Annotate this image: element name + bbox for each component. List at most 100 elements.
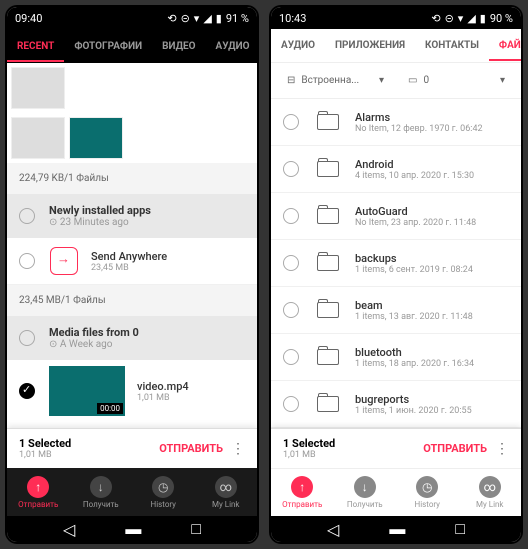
nav-history[interactable]: ◷History (396, 469, 459, 516)
signal-icon: ◢ (467, 12, 475, 25)
select-radio[interactable] (19, 383, 35, 399)
clock-icon: ◷ (152, 476, 174, 498)
select-radio[interactable] (283, 349, 299, 365)
home-button[interactable]: ▬ (125, 519, 141, 539)
send-button[interactable]: ОТПРАВИТЬ (423, 442, 487, 455)
battery-icon: ▮ (216, 12, 222, 25)
folder-item[interactable]: bluetooth 1 items, 18 апр. 2020 г. 16:34 (271, 334, 521, 381)
recent-button[interactable]: □ (455, 519, 465, 539)
circle-icon: ⊝ (445, 12, 454, 25)
tab-contacts[interactable]: КОНТАКТЫ (415, 40, 489, 51)
video-thumb: 00:00 (49, 366, 125, 416)
select-radio[interactable] (19, 330, 35, 346)
thumbnail[interactable] (11, 67, 65, 109)
item-title: Send Anywhere (91, 250, 167, 263)
selection-count: 1 Selected (19, 437, 159, 450)
nav-mylink[interactable]: ∞My Link (459, 469, 522, 516)
folder-item[interactable]: AutoGuard No Item, 23 апр. 2020 г. 11:48 (271, 193, 521, 240)
item-sub: 1 items, 18 апр. 2020 г. 16:34 (355, 359, 474, 369)
more-icon[interactable]: ⋮ (231, 441, 245, 457)
tab-audio[interactable]: АУДИО (206, 41, 257, 52)
folder-icon (317, 302, 339, 318)
item-title: bluetooth (355, 346, 474, 359)
tab-files[interactable]: ФАЙЛЫ (489, 40, 521, 61)
item-sub: 1 items, 6 сент. 2019 г. 08:24 (355, 265, 473, 275)
selection-bar: 1 Selected 1,01 MB ОТПРАВИТЬ ⋮ (271, 428, 521, 468)
folder-icon (317, 255, 339, 271)
link-icon: ∞ (215, 476, 237, 498)
upload-icon: ↑ (291, 476, 313, 498)
app-item[interactable]: Send Anywhere 23,45 MB (7, 238, 257, 285)
nav-history[interactable]: ◷History (132, 468, 195, 516)
recent-button[interactable]: □ (191, 519, 201, 539)
selection-size: 1,01 MB (283, 450, 423, 460)
nav-send[interactable]: ↑Отправить (271, 469, 334, 516)
folder-item[interactable]: bugreports 1 items, 1 июн. 2020 г. 20:55 (271, 381, 521, 428)
clock: 09:40 (15, 12, 42, 25)
select-radio[interactable] (283, 114, 299, 130)
back-button[interactable]: ◁ (327, 520, 339, 539)
item-title: Alarms (355, 111, 483, 124)
bottom-nav: ↑Отправить ↓Получить ◷History ∞My Link (271, 468, 521, 516)
select-radio[interactable] (283, 161, 299, 177)
folder-item[interactable]: Alarms No Item, 12 февр. 1970 г. 06:42 (271, 99, 521, 146)
folder-icon (317, 208, 339, 224)
wifi-icon: ▾ (458, 12, 464, 25)
item-title: beam (355, 299, 473, 312)
item-sub: No Item, 23 апр. 2020 г. 11:48 (355, 218, 476, 228)
tab-bar: RECENT ФОТОГРАФИИ ВИДЕО АУДИО ПР (7, 29, 257, 63)
folder-icon: ▭ (408, 75, 417, 86)
wifi-icon: ▾ (194, 12, 200, 25)
item-title: bugreports (355, 393, 472, 406)
path-selector: ⊟ Встроенна... ▾ ▭ 0 ▾ (271, 63, 521, 99)
nav-send[interactable]: ↑Отправить (7, 468, 70, 516)
sync-icon: ⟲ (431, 12, 440, 25)
nav-receive[interactable]: ↓Получить (70, 468, 133, 516)
folder-icon (317, 396, 339, 412)
content[interactable]: Alarms No Item, 12 февр. 1970 г. 06:42 A… (271, 99, 521, 428)
select-radio[interactable] (283, 255, 299, 271)
group-sub: ⊙ A Week ago (49, 339, 245, 350)
select-radio[interactable] (19, 253, 35, 269)
tab-recent[interactable]: RECENT (7, 41, 64, 62)
link-icon: ∞ (479, 476, 501, 498)
tab-apps[interactable]: ПРИЛОЖЕНИЯ (325, 40, 415, 51)
video-item[interactable]: 00:00 video.mp4 1,01 MB (7, 360, 257, 422)
item-title: video.mp4 (137, 380, 189, 393)
nav-receive[interactable]: ↓Получить (334, 469, 397, 516)
thumbnail-row (7, 113, 257, 163)
video-duration: 00:00 (97, 403, 123, 414)
folder-item[interactable]: backups 1 items, 6 сент. 2019 г. 08:24 (271, 240, 521, 287)
folder-icon (317, 349, 339, 365)
nav-mylink[interactable]: ∞My Link (195, 468, 258, 516)
tab-video[interactable]: ВИДЕО (152, 41, 205, 52)
battery-pct: 91 % (226, 12, 249, 25)
select-radio[interactable] (283, 302, 299, 318)
more-icon[interactable]: ⋮ (495, 441, 509, 457)
send-button[interactable]: ОТПРАВИТЬ (159, 442, 223, 455)
tab-photos[interactable]: ФОТОГРАФИИ (64, 41, 152, 52)
status-icons: ⟲ ⊝ ▾ ◢ ▮ 90 % (431, 12, 513, 25)
home-button[interactable]: ▬ (389, 519, 405, 539)
content[interactable]: 224,79 KB/1 Файлы Newly installed apps ⊙… (7, 63, 257, 428)
storage-selector[interactable]: ⊟ Встроенна... ▾ (279, 71, 392, 90)
select-radio[interactable] (283, 396, 299, 412)
phone-right: 10:43 ⟲ ⊝ ▾ ◢ ▮ 90 % АУДИО ПРИЛОЖЕНИЯ КО… (269, 5, 523, 544)
select-radio[interactable] (19, 208, 35, 224)
select-radio[interactable] (283, 208, 299, 224)
back-button[interactable]: ◁ (63, 520, 75, 539)
group-header[interactable]: Media files from 0 ⊙ A Week ago (7, 316, 257, 360)
selection-size: 1,01 MB (19, 450, 159, 460)
group-title: Media files from 0 (49, 326, 245, 339)
folder-item[interactable]: Android 4 items, 10 апр. 2020 г. 15:30 (271, 146, 521, 193)
chevron-down-icon: ▾ (379, 75, 384, 86)
folder-selector[interactable]: ▭ 0 ▾ (400, 71, 513, 90)
item-sub: 1,01 MB (137, 393, 189, 403)
status-icons: ⟲ ⊝ ▾ ◢ ▮ 91 % (167, 12, 249, 25)
folder-item[interactable]: beam 1 items, 13 авг. 2020 г. 11:48 (271, 287, 521, 334)
thumbnail[interactable] (69, 117, 123, 159)
group-header[interactable]: Newly installed apps ⊙ 23 Minutes ago (7, 194, 257, 238)
tab-audio[interactable]: АУДИО (271, 40, 325, 51)
signal-icon: ◢ (203, 12, 211, 25)
thumbnail[interactable] (11, 117, 65, 159)
